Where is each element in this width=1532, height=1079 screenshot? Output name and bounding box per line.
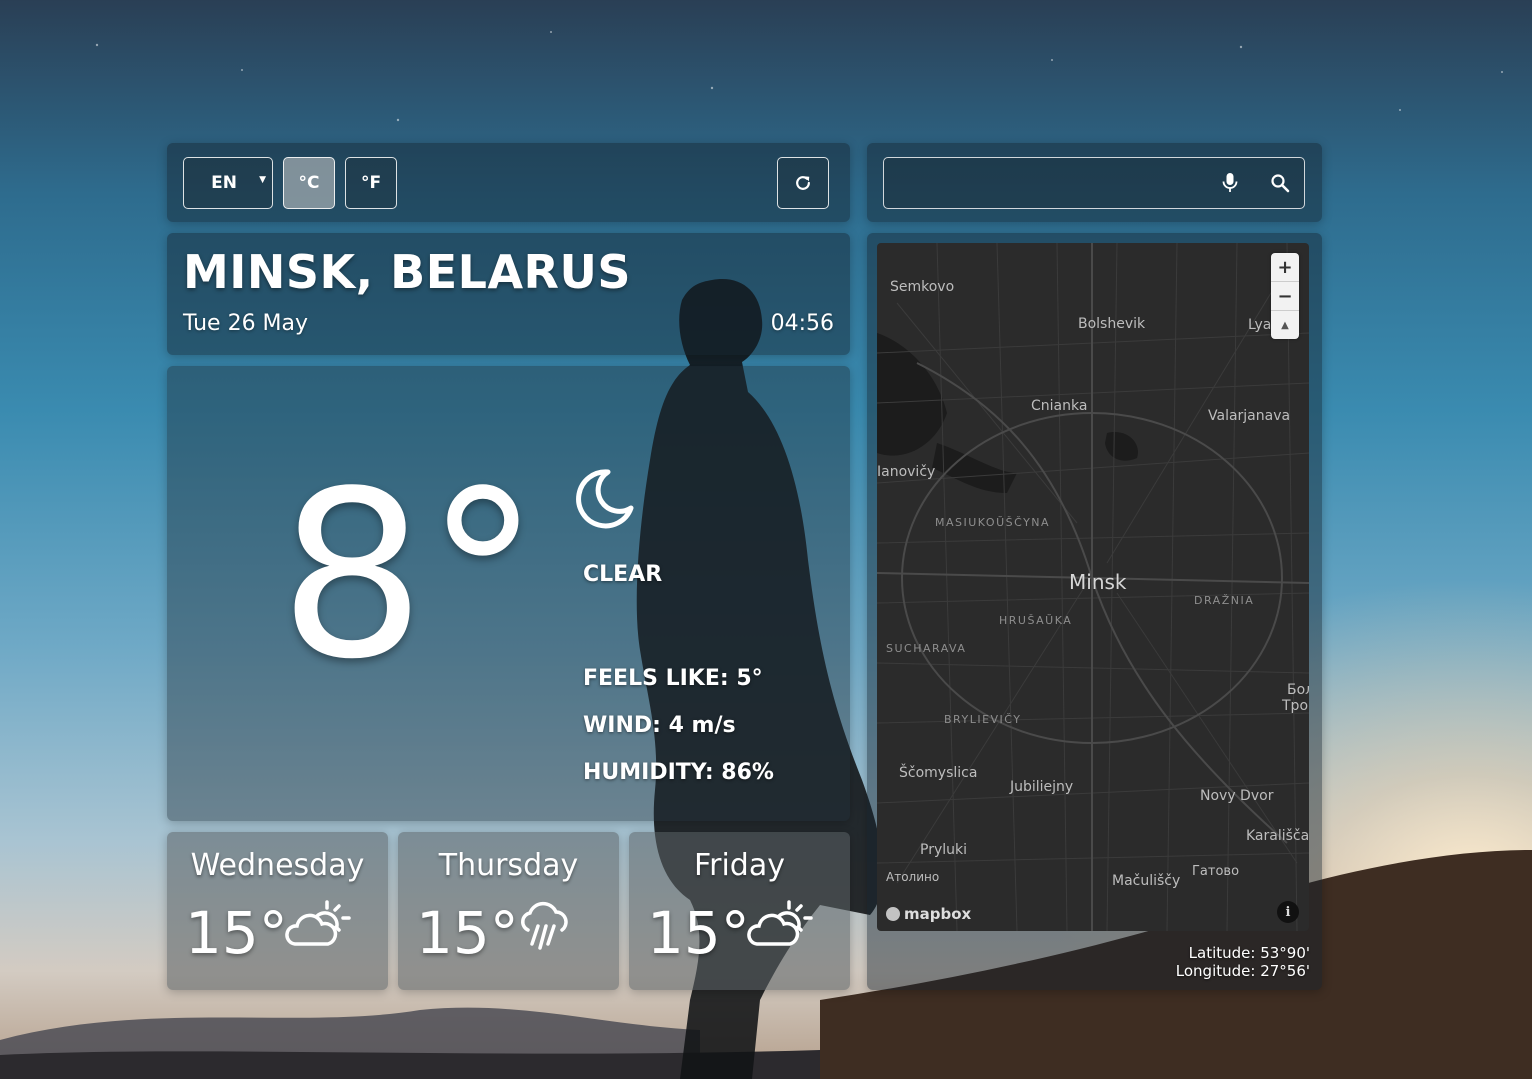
refresh-icon — [796, 176, 810, 190]
partly-cloudy-sun-icon — [285, 900, 351, 946]
feels-like: FEELS LIKE: 5° — [583, 666, 763, 691]
map-label: Jubiliejny — [1010, 779, 1074, 795]
map-panel: Semkovo Bolshevik Lya Cnianka Valarjanav… — [867, 233, 1322, 990]
zoom-in-button[interactable]: + — [1271, 253, 1299, 282]
map-label: Semkovo — [890, 279, 955, 295]
search-field[interactable] — [883, 157, 1305, 209]
info-icon[interactable]: i — [1277, 901, 1299, 923]
mapbox-icon — [886, 907, 900, 921]
map-label: SUCHARAVA — [886, 642, 967, 655]
map-label: Атолино — [886, 870, 940, 884]
map-label: Novy Dvor — [1200, 788, 1274, 804]
map-label: Ianovičy — [877, 464, 936, 480]
map-label: Mačuliščy — [1112, 873, 1181, 889]
controls-panel: EN ▼ °C °F — [167, 143, 850, 222]
forecast-card: Wednesday 15° — [167, 832, 388, 990]
compass-button[interactable]: ▲ — [1271, 311, 1299, 339]
crescent-moon-icon — [576, 469, 634, 529]
mapbox-logo[interactable]: mapbox — [886, 905, 971, 923]
compass-icon: ▲ — [1281, 319, 1289, 331]
humidity: HUMIDITY: 86% — [583, 760, 774, 785]
language-value: EN — [211, 173, 237, 193]
map-label: Pryluki — [920, 842, 967, 858]
refresh-button[interactable] — [777, 157, 829, 209]
search-input[interactable] — [894, 168, 1218, 200]
forecast-temp: 15° — [185, 899, 288, 967]
forecast-day: Thursday — [438, 848, 579, 883]
map-label: Lya — [1248, 317, 1272, 333]
chevron-down-icon: ▼ — [259, 175, 266, 185]
forecast-day: Friday — [694, 848, 785, 883]
forecast-temp: 15° — [416, 899, 519, 967]
map-view[interactable]: Semkovo Bolshevik Lya Cnianka Valarjanav… — [877, 243, 1309, 931]
map-label: HRUŠAŬKA — [999, 614, 1073, 627]
partly-cloudy-sun-icon — [747, 900, 813, 946]
forecast-temp: 15° — [647, 899, 750, 967]
map-label: MASIUKOŬŠČYNA — [935, 516, 1051, 529]
language-select[interactable]: EN ▼ — [183, 157, 273, 209]
forecast-card: Friday 15° — [629, 832, 850, 990]
search-panel — [867, 143, 1322, 222]
fahrenheit-button[interactable]: °F — [345, 157, 397, 209]
forecast-card: Thursday 15° — [398, 832, 619, 990]
city-name: MINSK, BELARUS — [183, 245, 631, 299]
celsius-button[interactable]: °C — [283, 157, 335, 209]
latitude: Latitude: 53°90' — [1188, 944, 1310, 962]
map-label-minsk: Minsk — [1069, 570, 1127, 594]
current-time: 04:56 — [770, 311, 834, 336]
weather-condition: CLEAR — [583, 562, 663, 587]
map-label: Cnianka — [1031, 398, 1088, 414]
mapbox-wordmark: mapbox — [904, 905, 972, 923]
map-label: BRYLIEVIČY — [944, 713, 1022, 726]
current-weather-panel: 8° CLEAR FEELS LIKE: 5° WIND: 4 m/s HUMI… — [167, 366, 850, 821]
zoom-out-button[interactable]: − — [1271, 282, 1299, 311]
map-label: Ščomyslica — [899, 765, 978, 781]
location-panel: MINSK, BELARUS Tue 26 May 04:56 — [167, 233, 850, 355]
map-label: Гатово — [1192, 864, 1240, 879]
microphone-icon[interactable] — [1221, 172, 1239, 194]
current-temperature: 8° — [279, 443, 541, 710]
map-label: Бол — [1287, 682, 1309, 698]
wind-speed: WIND: 4 m/s — [583, 713, 736, 738]
forecast-day: Wednesday — [190, 848, 365, 883]
map-zoom-controls: + − ▲ — [1271, 253, 1299, 339]
search-icon[interactable] — [1270, 173, 1290, 193]
longitude: Longitude: 27°56' — [1175, 962, 1310, 980]
map-label: Bolshevik — [1078, 316, 1146, 332]
map-label: Valarjanava — [1208, 408, 1291, 424]
map-label: Karališčavi — [1246, 828, 1309, 844]
current-date: Tue 26 May — [183, 311, 309, 336]
rain-cloud-icon — [521, 901, 568, 950]
map-label: DRAŽNIA — [1194, 594, 1255, 607]
map-label: Троц — [1282, 698, 1309, 714]
